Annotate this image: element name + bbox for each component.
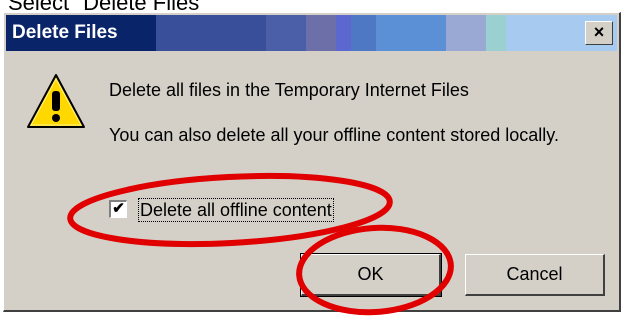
message-secondary: You can also delete all your offline con… xyxy=(109,125,559,145)
offline-content-label[interactable]: Delete all offline content xyxy=(138,198,334,222)
offline-content-checkbox[interactable]: ✔ xyxy=(109,200,127,218)
ok-button[interactable]: OK xyxy=(300,253,442,297)
dialog-title: Delete Files xyxy=(12,22,118,43)
warning-icon xyxy=(27,74,85,128)
message-primary: Delete all files in the Temporary Intern… xyxy=(109,80,469,100)
cancel-button[interactable]: Cancel xyxy=(465,254,605,296)
close-button[interactable]: × xyxy=(585,21,613,45)
title-bar[interactable]: Delete Files × xyxy=(6,15,617,51)
delete-files-dialog: Delete Files × Delete all files in the T… xyxy=(3,12,621,312)
